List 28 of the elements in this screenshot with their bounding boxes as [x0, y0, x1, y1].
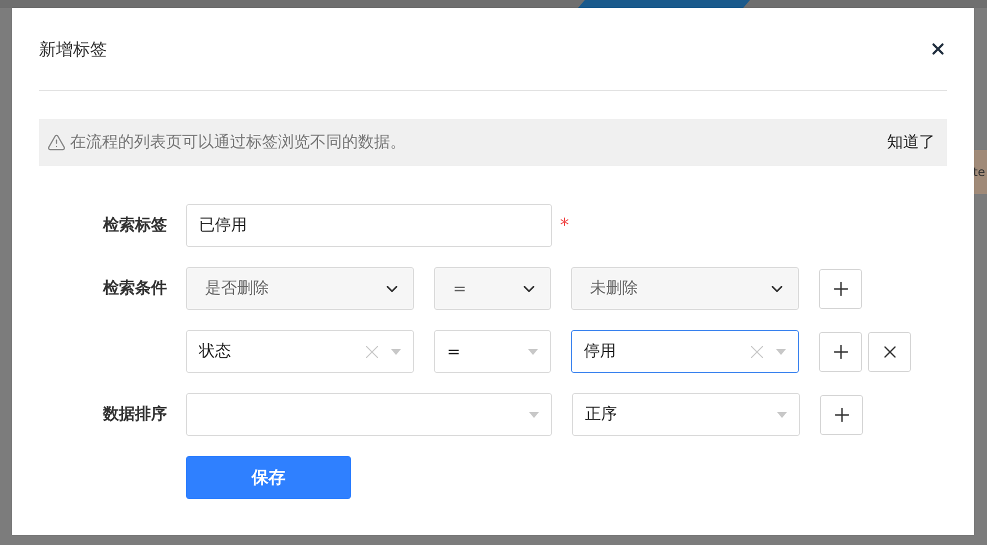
caret-icon: [777, 412, 787, 418]
caret-icon: [529, 412, 539, 418]
caret-icon: [528, 348, 538, 354]
required-mark: *: [560, 215, 569, 236]
save-button[interactable]: 保存: [186, 456, 351, 499]
field-label: 检索条件: [102, 278, 168, 299]
sort-field-select[interactable]: [186, 393, 552, 436]
operator-select[interactable]: =: [434, 267, 551, 310]
warning-icon: [47, 133, 66, 152]
dialog-title: 新增标签: [39, 38, 107, 60]
operator-select[interactable]: =: [434, 330, 551, 373]
value-select[interactable]: 未删除: [571, 267, 799, 310]
field-label: 检索标签: [102, 215, 168, 236]
remove-button[interactable]: [868, 332, 911, 372]
caret-icon: [776, 348, 786, 354]
tag-chip: te: [974, 150, 987, 194]
tag-name-field[interactable]: 已停用: [186, 204, 552, 247]
notice-text: 在流程的列表页可以通过标签浏览不同的数据。: [70, 132, 407, 153]
add-button[interactable]: [819, 332, 862, 372]
sort-order-select[interactable]: 正序: [572, 393, 800, 436]
field-select[interactable]: 状态: [186, 330, 414, 373]
value-select[interactable]: 停用: [571, 330, 799, 373]
add-button[interactable]: [819, 268, 862, 308]
dismiss-button[interactable]: 知道了: [887, 132, 935, 153]
caret-icon: [391, 348, 401, 354]
add-button[interactable]: [820, 394, 863, 434]
field-label: 数据排序: [102, 404, 168, 425]
field-select[interactable]: 是否删除: [186, 267, 414, 310]
